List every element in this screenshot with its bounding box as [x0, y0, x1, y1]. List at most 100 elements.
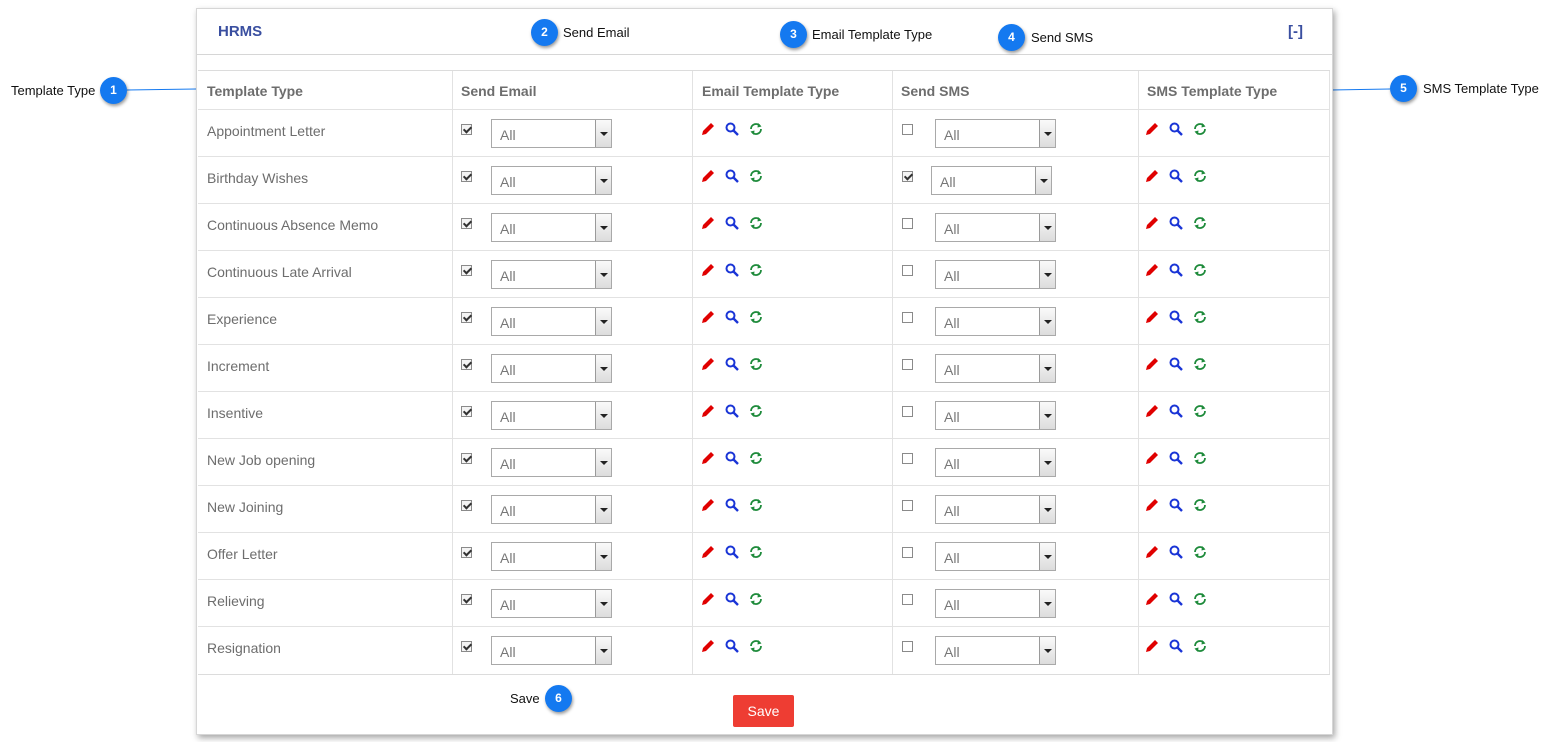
email-template-edit-edit-icon[interactable] [700, 356, 716, 372]
chevron-down-icon[interactable] [1039, 214, 1055, 241]
send-sms-checkbox[interactable] [902, 171, 913, 182]
sms-template-edit-edit-icon[interactable] [1144, 544, 1160, 560]
sms-recipient-select[interactable]: All [931, 166, 1052, 195]
chevron-down-icon[interactable] [1039, 355, 1055, 382]
email-recipient-select[interactable]: All [491, 260, 612, 289]
email-template-reset-refresh-icon[interactable] [748, 262, 764, 278]
email-template-view-search-icon[interactable] [724, 497, 740, 513]
send-sms-checkbox[interactable] [902, 265, 913, 276]
chevron-down-icon[interactable] [595, 308, 611, 335]
chevron-down-icon[interactable] [595, 496, 611, 523]
send-email-checkbox[interactable] [461, 124, 472, 135]
email-template-view-search-icon[interactable] [724, 215, 740, 231]
sms-template-reset-refresh-icon[interactable] [1192, 262, 1208, 278]
sms-template-view-search-icon[interactable] [1168, 450, 1184, 466]
sms-template-edit-edit-icon[interactable] [1144, 215, 1160, 231]
email-template-reset-refresh-icon[interactable] [748, 309, 764, 325]
chevron-down-icon[interactable] [1039, 120, 1055, 147]
email-template-edit-edit-icon[interactable] [700, 121, 716, 137]
sms-template-reset-refresh-icon[interactable] [1192, 638, 1208, 654]
chevron-down-icon[interactable] [595, 214, 611, 241]
email-template-view-search-icon[interactable] [724, 638, 740, 654]
email-template-edit-edit-icon[interactable] [700, 168, 716, 184]
sms-recipient-select[interactable]: All [935, 589, 1056, 618]
chevron-down-icon[interactable] [1035, 167, 1051, 194]
send-sms-checkbox[interactable] [902, 124, 913, 135]
sms-recipient-select[interactable]: All [935, 354, 1056, 383]
email-recipient-select[interactable]: All [491, 542, 612, 571]
send-sms-checkbox[interactable] [902, 453, 913, 464]
sms-template-view-search-icon[interactable] [1168, 544, 1184, 560]
send-email-checkbox[interactable] [461, 500, 472, 511]
sms-template-edit-edit-icon[interactable] [1144, 121, 1160, 137]
sms-template-edit-edit-icon[interactable] [1144, 591, 1160, 607]
send-email-checkbox[interactable] [461, 265, 472, 276]
email-template-edit-edit-icon[interactable] [700, 497, 716, 513]
sms-recipient-select[interactable]: All [935, 542, 1056, 571]
sms-template-edit-edit-icon[interactable] [1144, 450, 1160, 466]
send-sms-checkbox[interactable] [902, 641, 913, 652]
chevron-down-icon[interactable] [1039, 543, 1055, 570]
send-sms-checkbox[interactable] [902, 547, 913, 558]
email-template-view-search-icon[interactable] [724, 356, 740, 372]
sms-template-reset-refresh-icon[interactable] [1192, 591, 1208, 607]
chevron-down-icon[interactable] [1039, 590, 1055, 617]
email-recipient-select[interactable]: All [491, 636, 612, 665]
sms-template-view-search-icon[interactable] [1168, 356, 1184, 372]
email-recipient-select[interactable]: All [491, 307, 612, 336]
email-template-reset-refresh-icon[interactable] [748, 356, 764, 372]
save-button[interactable]: Save [733, 695, 794, 727]
email-recipient-select[interactable]: All [491, 401, 612, 430]
email-template-edit-edit-icon[interactable] [700, 450, 716, 466]
send-sms-checkbox[interactable] [902, 218, 913, 229]
email-template-edit-edit-icon[interactable] [700, 262, 716, 278]
sms-template-reset-refresh-icon[interactable] [1192, 215, 1208, 231]
sms-template-reset-refresh-icon[interactable] [1192, 403, 1208, 419]
chevron-down-icon[interactable] [1039, 637, 1055, 664]
email-recipient-select[interactable]: All [491, 448, 612, 477]
chevron-down-icon[interactable] [595, 590, 611, 617]
sms-template-view-search-icon[interactable] [1168, 309, 1184, 325]
email-template-edit-edit-icon[interactable] [700, 638, 716, 654]
chevron-down-icon[interactable] [595, 120, 611, 147]
sms-template-view-search-icon[interactable] [1168, 215, 1184, 231]
sms-recipient-select[interactable]: All [935, 401, 1056, 430]
sms-template-reset-refresh-icon[interactable] [1192, 544, 1208, 560]
send-email-checkbox[interactable] [461, 312, 472, 323]
email-recipient-select[interactable]: All [491, 213, 612, 242]
sms-template-edit-edit-icon[interactable] [1144, 497, 1160, 513]
send-email-checkbox[interactable] [461, 547, 472, 558]
email-template-reset-refresh-icon[interactable] [748, 121, 764, 137]
chevron-down-icon[interactable] [1039, 496, 1055, 523]
chevron-down-icon[interactable] [1039, 261, 1055, 288]
email-template-edit-edit-icon[interactable] [700, 544, 716, 560]
email-template-view-search-icon[interactable] [724, 168, 740, 184]
sms-template-view-search-icon[interactable] [1168, 168, 1184, 184]
send-email-checkbox[interactable] [461, 218, 472, 229]
chevron-down-icon[interactable] [595, 261, 611, 288]
sms-recipient-select[interactable]: All [935, 260, 1056, 289]
email-template-edit-edit-icon[interactable] [700, 403, 716, 419]
sms-recipient-select[interactable]: All [935, 213, 1056, 242]
email-template-reset-refresh-icon[interactable] [748, 497, 764, 513]
chevron-down-icon[interactable] [595, 637, 611, 664]
sms-recipient-select[interactable]: All [935, 636, 1056, 665]
email-recipient-select[interactable]: All [491, 495, 612, 524]
sms-template-edit-edit-icon[interactable] [1144, 356, 1160, 372]
sms-template-view-search-icon[interactable] [1168, 403, 1184, 419]
send-email-checkbox[interactable] [461, 406, 472, 417]
collapse-button[interactable]: [-] [1288, 23, 1303, 40]
email-template-view-search-icon[interactable] [724, 121, 740, 137]
email-template-reset-refresh-icon[interactable] [748, 168, 764, 184]
send-email-checkbox[interactable] [461, 594, 472, 605]
send-sms-checkbox[interactable] [902, 406, 913, 417]
sms-recipient-select[interactable]: All [935, 495, 1056, 524]
email-template-view-search-icon[interactable] [724, 262, 740, 278]
email-template-reset-refresh-icon[interactable] [748, 638, 764, 654]
sms-recipient-select[interactable]: All [935, 307, 1056, 336]
chevron-down-icon[interactable] [595, 167, 611, 194]
sms-template-edit-edit-icon[interactable] [1144, 262, 1160, 278]
email-template-reset-refresh-icon[interactable] [748, 591, 764, 607]
send-email-checkbox[interactable] [461, 453, 472, 464]
email-template-reset-refresh-icon[interactable] [748, 215, 764, 231]
